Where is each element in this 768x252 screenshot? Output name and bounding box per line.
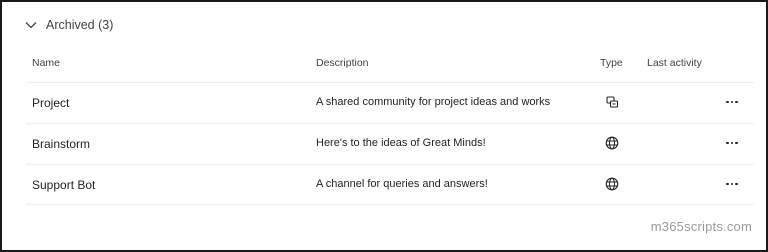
globe-icon xyxy=(604,135,620,151)
chevron-down-icon xyxy=(24,18,38,32)
more-icon xyxy=(726,141,738,145)
more-options-button[interactable] xyxy=(722,134,742,152)
column-header-description[interactable]: Description xyxy=(316,57,369,69)
table-row[interactable]: Project A shared community for project i… xyxy=(26,82,754,122)
column-header-last-activity[interactable]: Last activity xyxy=(647,57,702,69)
more-options-button[interactable] xyxy=(722,93,742,111)
table-row[interactable]: Support Bot A channel for queries and an… xyxy=(26,164,754,204)
section-title: Archived (3) xyxy=(46,18,114,32)
archived-teams-panel: Archived (3) Name Description Type Last … xyxy=(0,0,768,252)
globe-icon xyxy=(604,176,620,192)
channel-name: Support Bot xyxy=(32,178,96,192)
channel-description: A channel for queries and answers! xyxy=(316,178,488,190)
channel-name: Project xyxy=(32,96,70,110)
channel-description: A shared community for project ideas and… xyxy=(316,96,551,108)
more-icon xyxy=(726,100,738,104)
more-icon xyxy=(726,182,738,186)
archived-section-toggle[interactable]: Archived (3) xyxy=(24,16,113,34)
shared-channel-icon xyxy=(604,94,620,110)
table-divider xyxy=(26,204,754,205)
column-header-type[interactable]: Type xyxy=(600,57,623,69)
channel-name: Brainstorm xyxy=(32,137,91,151)
watermark: m365scripts.com xyxy=(650,219,752,234)
channel-description: Here's to the ideas of Great Minds! xyxy=(316,137,486,149)
more-options-button[interactable] xyxy=(722,175,742,193)
table-row[interactable]: Brainstorm Here's to the ideas of Great … xyxy=(26,123,754,163)
column-header-name[interactable]: Name xyxy=(32,57,60,69)
